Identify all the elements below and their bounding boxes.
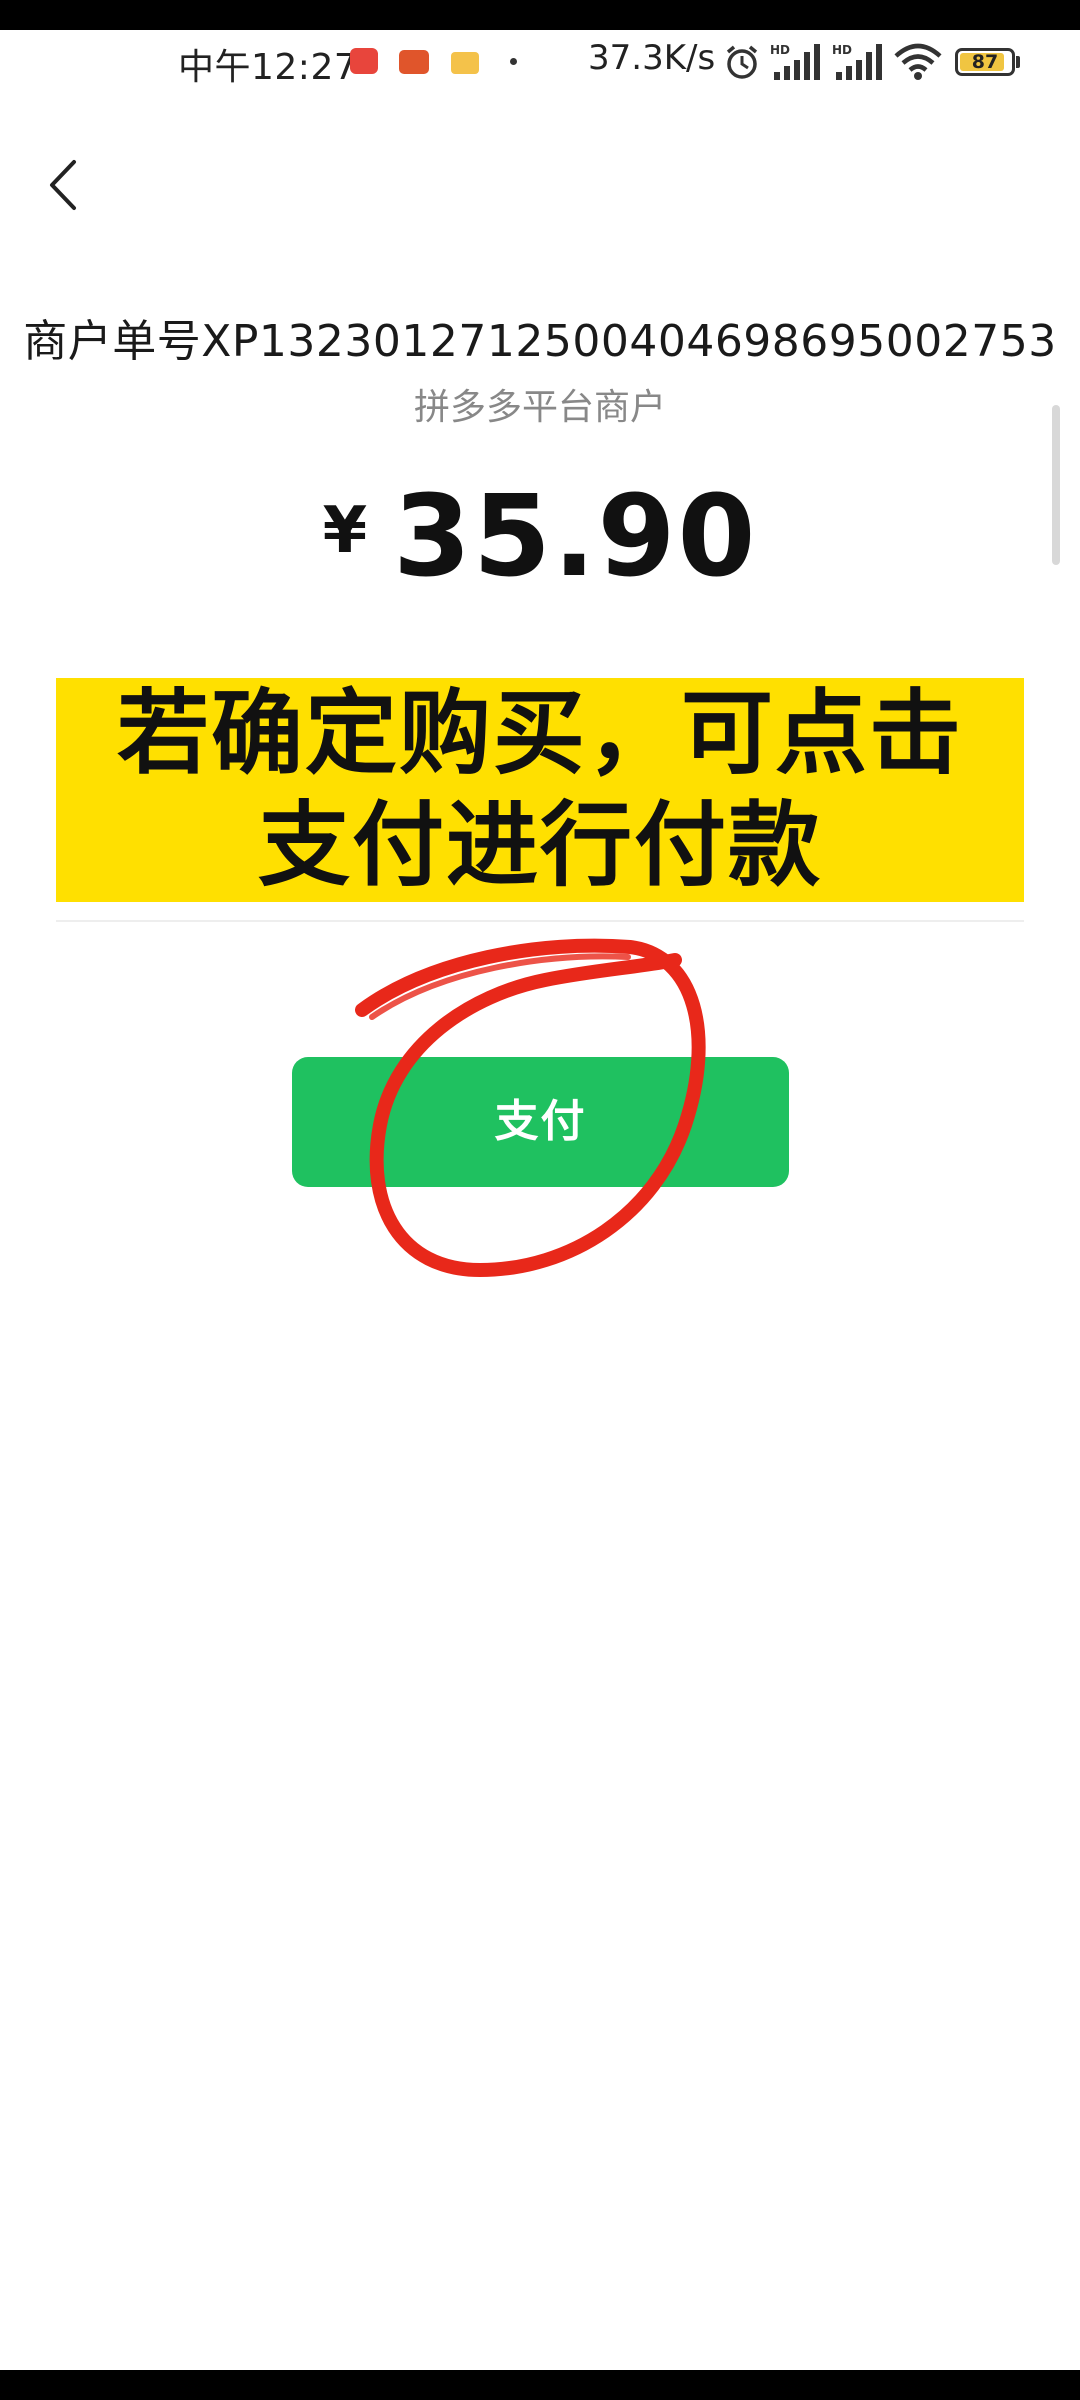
svg-text:HD: HD xyxy=(832,43,852,57)
message-icon xyxy=(451,52,479,74)
network-speed: 37.3K/s xyxy=(588,38,716,78)
hd-signal-icon: HD xyxy=(832,43,882,80)
more-notifications-icon xyxy=(510,58,517,65)
pay-button[interactable]: 支付 xyxy=(292,1057,789,1187)
battery-cap xyxy=(1016,56,1020,68)
hd-signal-icon: HD xyxy=(770,43,820,80)
battery-level: 87 xyxy=(971,51,999,73)
banner-line-1: 若确定购买，可点击 xyxy=(116,680,963,787)
divider xyxy=(56,920,1024,922)
banner-line-2: 支付进行付款 xyxy=(257,792,822,899)
amount-value: 35.90 xyxy=(393,472,758,602)
alarm-icon xyxy=(726,45,758,79)
wifi-icon xyxy=(894,43,942,80)
status-time: 中午12:27 xyxy=(178,47,358,88)
merchant-name: 拼多多平台商户 xyxy=(413,387,666,428)
app-notification-icon xyxy=(350,48,378,74)
battery-icon: 87 xyxy=(955,48,1015,76)
order-number: 商户单号XP1323012712500404698695002753 xyxy=(23,316,1057,367)
currency-symbol: ¥ xyxy=(322,494,368,568)
video-icon xyxy=(399,50,429,74)
payment-amount: ¥35.90 xyxy=(0,472,1080,602)
instruction-banner: 若确定购买，可点击 支付进行付款 xyxy=(56,678,1024,902)
chevron-left-icon xyxy=(50,160,76,210)
svg-text:HD: HD xyxy=(770,43,790,57)
scrollbar[interactable] xyxy=(1052,405,1060,565)
back-button[interactable] xyxy=(30,150,90,220)
